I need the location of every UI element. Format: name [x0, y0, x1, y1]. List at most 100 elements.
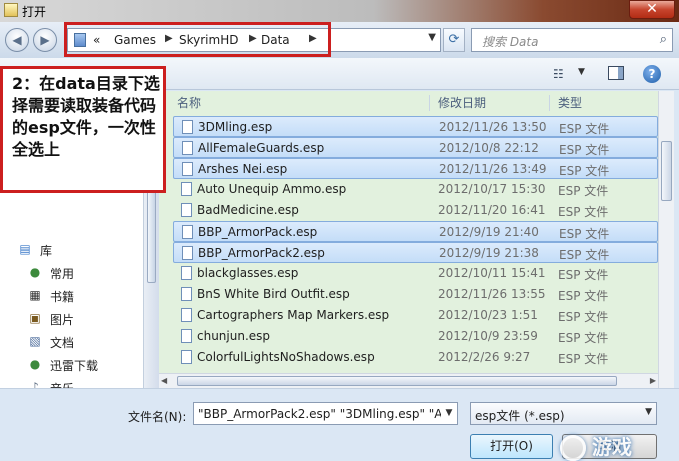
file-type: ESP 文件	[559, 122, 610, 136]
vertical-scroll-thumb[interactable]	[661, 141, 672, 201]
column-divider[interactable]	[429, 95, 430, 111]
user-icon: ●	[29, 357, 41, 371]
file-icon	[181, 350, 192, 364]
sidebar-item-label: 书籍	[50, 290, 75, 304]
back-button[interactable]: ◀	[5, 28, 29, 52]
column-header-name[interactable]: 名称	[177, 91, 201, 115]
file-date: 2012/10/11 15:41	[438, 266, 546, 280]
column-divider[interactable]	[549, 95, 550, 111]
file-icon	[181, 266, 192, 280]
site-watermark: 游戏	[560, 429, 674, 461]
file-date: 2012/10/23 1:51	[438, 308, 538, 322]
filename-input[interactable]: "BBP_ArmorPack2.esp" "3DMling.esp" "Ar ▼	[193, 402, 458, 425]
file-name: BadMedicine.esp	[197, 203, 299, 217]
file-row[interactable]: chunjun.esp 2012/10/9 23:59 ESP 文件	[173, 326, 658, 347]
column-header-date[interactable]: 修改日期	[438, 91, 486, 115]
file-date: 2012/11/20 16:41	[438, 203, 546, 217]
file-date: 2012/11/26 13:50	[439, 120, 547, 134]
close-button[interactable]: ✕	[629, 0, 675, 19]
help-icon[interactable]: ?	[643, 65, 661, 83]
address-highlight-box	[64, 22, 331, 57]
horizontal-scroll-thumb[interactable]	[177, 376, 617, 386]
file-row[interactable]: BBP_ArmorPack2.esp 2012/9/19 21:38 ESP 文件	[173, 242, 658, 263]
file-name: Cartographers Map Markers.esp	[197, 308, 390, 322]
dialog-footer: 文件名(N): "BBP_ArmorPack2.esp" "3DMling.es…	[0, 388, 679, 461]
library-icon: ▤	[19, 242, 31, 256]
file-date: 2012/10/8 22:12	[439, 141, 539, 155]
file-type: ESP 文件	[558, 331, 609, 345]
file-date: 2012/11/26 13:55	[438, 287, 546, 301]
search-input[interactable]: 搜索 Data ⌕	[471, 28, 673, 52]
view-dropdown-icon[interactable]: ▼	[578, 67, 585, 77]
filetype-select[interactable]: esp文件 (*.esp) ▼	[470, 402, 657, 425]
file-row[interactable]: BnS White Bird Outfit.esp 2012/11/26 13:5…	[173, 284, 658, 305]
file-row[interactable]: BadMedicine.esp 2012/11/20 16:41 ESP 文件	[173, 200, 658, 221]
preview-pane-icon[interactable]	[608, 66, 624, 80]
filename-dropdown-icon[interactable]: ▼	[441, 403, 457, 424]
file-row[interactable]: AllFemaleGuards.esp 2012/10/8 22:12 ESP 文件	[173, 137, 658, 158]
sidebar-item-label: 常用	[50, 267, 75, 281]
file-list-horizontal-scrollbar[interactable]: ◀ ▶	[159, 373, 658, 388]
file-icon	[181, 329, 192, 343]
filename-value: "BBP_ArmorPack2.esp" "3DMling.esp" "Ar	[198, 407, 448, 421]
file-name: ColorfulLightsNoShadows.esp	[197, 350, 375, 364]
column-header-type[interactable]: 类型	[558, 91, 582, 115]
file-date: 2012/11/26 13:49	[439, 162, 547, 176]
search-icon[interactable]: ⌕	[660, 32, 667, 47]
file-type: ESP 文件	[558, 310, 609, 324]
file-date: 2012/10/17 15:30	[438, 182, 546, 196]
file-list-vertical-scrollbar[interactable]	[658, 91, 674, 388]
document-icon: ▧	[29, 334, 41, 348]
file-name: blackglasses.esp	[197, 266, 299, 280]
scroll-left-icon[interactable]: ◀	[161, 376, 167, 385]
file-name: BnS White Bird Outfit.esp	[197, 287, 350, 301]
open-button[interactable]: 打开(O)	[470, 434, 553, 459]
file-type: ESP 文件	[558, 352, 609, 366]
sidebar-item-label: 图片	[50, 313, 75, 327]
watermark-text: 游戏	[592, 435, 632, 459]
file-type: ESP 文件	[558, 268, 609, 282]
file-date: 2012/2/26 9:27	[438, 350, 531, 364]
file-row[interactable]: Arshes Nei.esp 2012/11/26 13:49 ESP 文件	[173, 158, 658, 179]
file-icon	[182, 162, 193, 176]
sidebar-item-label: 库	[40, 244, 53, 258]
title-bar: 打开 ✕	[0, 0, 679, 22]
file-type: ESP 文件	[558, 205, 609, 219]
window-title: 打开	[22, 5, 47, 19]
file-name: chunjun.esp	[197, 329, 271, 343]
file-type: ESP 文件	[558, 289, 609, 303]
file-row[interactable]: Auto Unequip Ammo.esp 2012/10/17 15:30 ESP…	[173, 179, 658, 200]
view-options-icon[interactable]: ☷	[553, 67, 564, 81]
file-row[interactable]: ColorfulLightsNoShadows.esp 2012/2/26 9:2…	[173, 347, 658, 368]
file-name: Arshes Nei.esp	[198, 162, 288, 176]
watermark-logo-icon	[560, 435, 586, 461]
file-date: 2012/10/9 23:59	[438, 329, 538, 343]
file-icon	[181, 308, 192, 322]
film-icon: ▦	[29, 288, 41, 302]
file-name: 3DMling.esp	[198, 120, 273, 134]
file-row[interactable]: Cartographers Map Markers.esp 2012/10/23 …	[173, 305, 658, 326]
file-name: BBP_ArmorPack.esp	[198, 225, 318, 239]
file-row[interactable]: BBP_ArmorPack.esp 2012/9/19 21:40 ESP 文件	[173, 221, 658, 242]
picture-icon: ▣	[29, 311, 41, 325]
scroll-right-icon[interactable]: ▶	[650, 376, 656, 385]
file-row[interactable]: blackglasses.esp 2012/10/11 15:41 ESP 文件	[173, 263, 658, 284]
user-icon: ●	[29, 265, 41, 279]
refresh-button[interactable]: ⟳	[443, 28, 465, 52]
forward-button[interactable]: ▶	[33, 28, 57, 52]
filename-label: 文件名(N):	[128, 410, 187, 424]
file-icon	[181, 182, 192, 196]
search-placeholder: 搜索 Data	[482, 35, 539, 49]
file-name: BBP_ArmorPack2.esp	[198, 246, 325, 260]
file-row[interactable]: 3DMling.esp 2012/11/26 13:50 ESP 文件	[173, 116, 658, 137]
file-type: ESP 文件	[559, 227, 610, 241]
address-dropdown-icon[interactable]: ▼	[428, 32, 436, 43]
file-list: 名称 修改日期 类型 3DMling.esp 2012/11/26 13:50 ES…	[159, 91, 658, 388]
file-name: Auto Unequip Ammo.esp	[197, 182, 347, 196]
file-icon	[181, 287, 192, 301]
file-name: AllFemaleGuards.esp	[198, 141, 325, 155]
file-type: ESP 文件	[559, 248, 610, 262]
filetype-dropdown-icon[interactable]: ▼	[645, 407, 652, 417]
file-type: ESP 文件	[558, 184, 609, 198]
callout-text: 2：在data目录下选择需要读取装备代码的esp文件，一次性全选上	[12, 74, 160, 159]
